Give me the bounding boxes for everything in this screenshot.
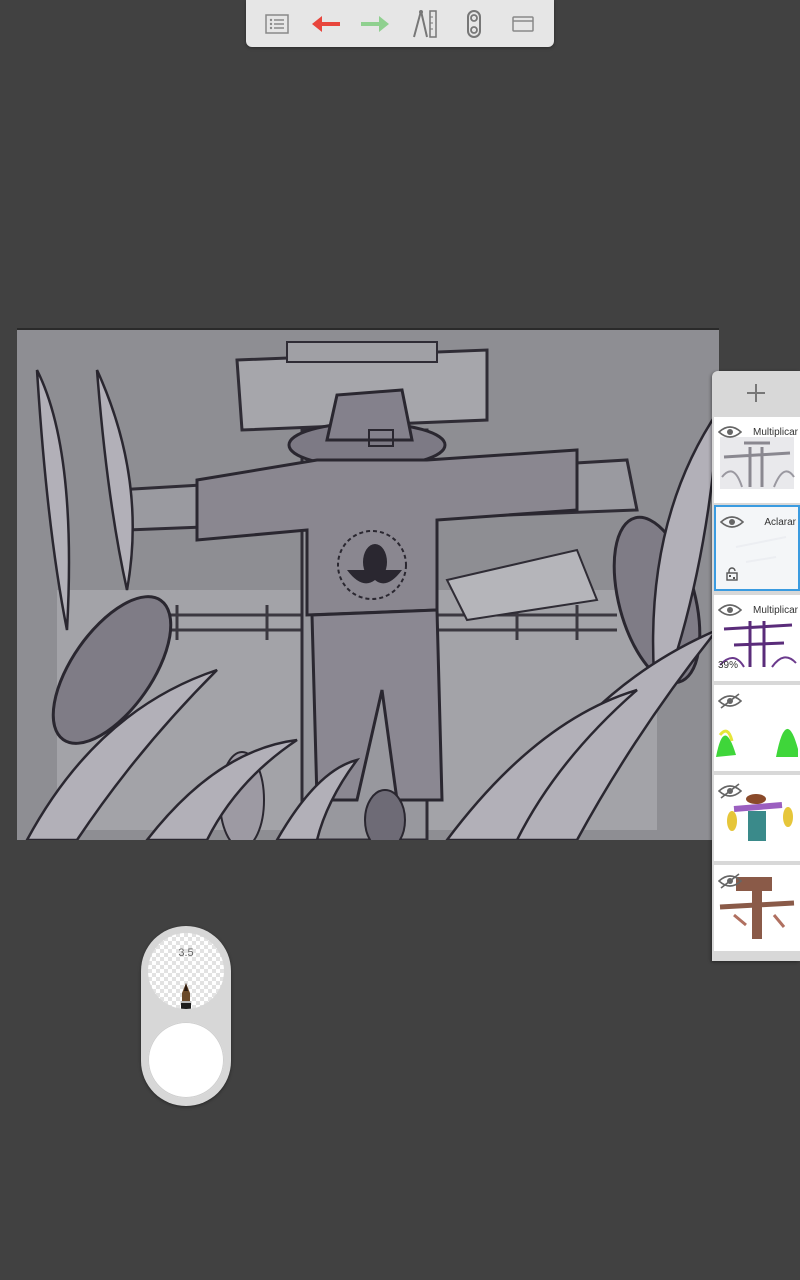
layer-blend-mode: Aclarar <box>764 517 796 528</box>
plus-icon <box>747 384 765 402</box>
lock-icon[interactable] <box>726 567 738 581</box>
add-layer-button[interactable] <box>712 371 800 415</box>
eye-hidden-icon[interactable] <box>718 783 742 799</box>
brush-size-label: 3.5 <box>178 947 194 959</box>
layers-menu-button[interactable] <box>257 4 297 44</box>
eye-hidden-icon[interactable] <box>718 693 742 709</box>
symmetry-icon <box>466 9 481 38</box>
eye-icon[interactable] <box>718 425 742 439</box>
layers-panel: Multiplicar Aclarar Multiplicar 39% <box>712 371 800 961</box>
drawing-canvas[interactable] <box>17 328 719 840</box>
layer-opacity: 39% <box>718 660 739 671</box>
brush-size-button[interactable]: 3.5 <box>148 933 224 1009</box>
pen-icon <box>181 983 191 1009</box>
canvas-frame-icon <box>512 15 535 32</box>
redo-arrow-icon <box>361 15 390 32</box>
undo-button[interactable] <box>306 4 346 44</box>
redo-button[interactable] <box>355 4 395 44</box>
ruler-compass-icon <box>412 9 437 38</box>
layer-item[interactable] <box>714 865 800 951</box>
eye-icon[interactable] <box>720 515 744 529</box>
scarecrow-artwork <box>17 330 719 840</box>
undo-arrow-icon <box>311 15 340 32</box>
layer-blend-mode: Multiplicar <box>752 427 798 438</box>
brush-widget: 3.5 <box>141 926 231 1106</box>
layer-item[interactable]: Multiplicar <box>714 417 800 503</box>
symmetry-button[interactable] <box>454 4 494 44</box>
layer-item[interactable]: Multiplicar 39% <box>714 595 800 681</box>
eye-hidden-icon[interactable] <box>718 873 742 889</box>
layer-blend-mode: Multiplicar <box>752 605 798 616</box>
layer-item-selected[interactable]: Aclarar <box>714 505 800 591</box>
list-icon <box>264 13 289 34</box>
layer-item[interactable] <box>714 775 800 861</box>
color-picker-button[interactable] <box>148 1022 224 1098</box>
fullscreen-button[interactable] <box>503 4 543 44</box>
ruler-button[interactable] <box>405 4 445 44</box>
layer-item[interactable] <box>714 685 800 771</box>
top-toolbar <box>246 0 554 47</box>
eye-icon[interactable] <box>718 603 742 617</box>
